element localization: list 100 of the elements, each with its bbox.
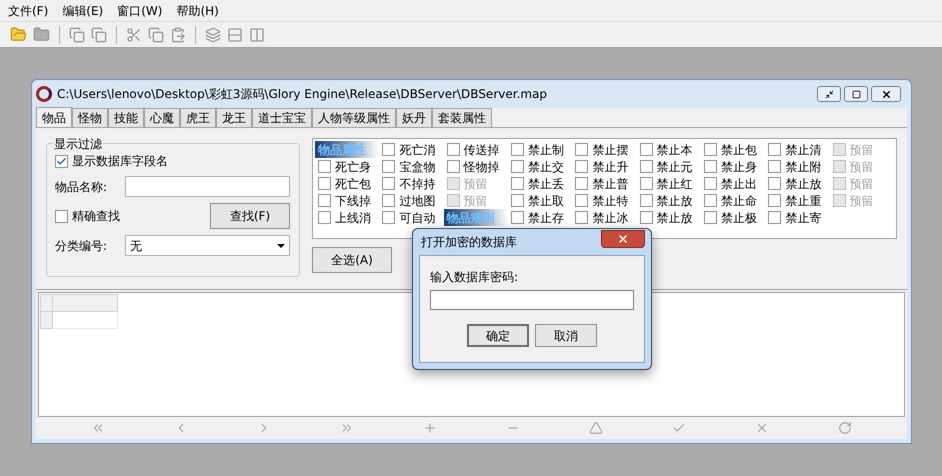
name-field[interactable] bbox=[125, 176, 290, 197]
checkbox[interactable] bbox=[640, 211, 653, 224]
cancel-button[interactable]: 取消 bbox=[535, 324, 597, 347]
checkbox[interactable] bbox=[511, 160, 524, 173]
checkbox[interactable] bbox=[704, 194, 717, 207]
checkbox[interactable] bbox=[640, 143, 653, 156]
checkbox-label: 禁止极 bbox=[721, 210, 757, 226]
checkbox[interactable] bbox=[382, 194, 396, 207]
checkbox[interactable] bbox=[446, 160, 460, 173]
triangle-icon[interactable] bbox=[589, 421, 604, 435]
checkbox[interactable] bbox=[446, 143, 460, 156]
checkbox[interactable] bbox=[575, 177, 588, 190]
checkbox-label: 传送掉 bbox=[464, 142, 500, 158]
group-title: 显示过滤 bbox=[53, 135, 103, 153]
checkbox[interactable] bbox=[575, 194, 588, 207]
folder-icon[interactable] bbox=[10, 26, 27, 43]
close-button[interactable] bbox=[871, 86, 901, 102]
checkbox-label: 禁止出 bbox=[721, 176, 757, 192]
checkbox[interactable] bbox=[704, 177, 717, 190]
checkbox-label: 禁止包 bbox=[721, 142, 757, 158]
close-icon bbox=[617, 233, 629, 245]
checkbox[interactable] bbox=[55, 154, 68, 168]
checkbox[interactable] bbox=[640, 194, 653, 207]
checkbox[interactable] bbox=[382, 177, 396, 190]
checkbox-label: 显示数据库字段名 bbox=[72, 153, 168, 170]
checkbox-label: 死亡身 bbox=[335, 158, 371, 175]
plus-icon[interactable] bbox=[422, 421, 437, 435]
checkbox[interactable] bbox=[704, 143, 717, 156]
checkbox[interactable] bbox=[382, 143, 396, 156]
close-button[interactable] bbox=[601, 230, 645, 248]
minimize-icon bbox=[824, 90, 834, 98]
checkbox[interactable] bbox=[768, 177, 782, 190]
maximize-button[interactable] bbox=[844, 86, 868, 102]
tab[interactable]: 技能 bbox=[108, 108, 144, 127]
copy-record-icon[interactable] bbox=[69, 26, 85, 42]
paste-icon[interactable] bbox=[170, 26, 186, 42]
minimize-button[interactable] bbox=[817, 86, 841, 102]
menu-item[interactable]: 编辑(E) bbox=[62, 2, 104, 20]
checkbox[interactable] bbox=[55, 210, 68, 222]
cut-icon[interactable] bbox=[126, 26, 142, 42]
checkbox[interactable] bbox=[640, 177, 653, 190]
checkbox-label: 禁止存 bbox=[528, 210, 564, 226]
checkbox[interactable] bbox=[318, 160, 331, 173]
checkbox[interactable] bbox=[575, 143, 588, 156]
checkbox[interactable] bbox=[704, 160, 717, 173]
prompt-label: 输入数据库密码: bbox=[430, 269, 520, 286]
cascade-icon[interactable] bbox=[205, 26, 221, 42]
checkbox[interactable] bbox=[640, 160, 653, 173]
find-button[interactable]: 查找(F) bbox=[210, 203, 290, 229]
checkbox[interactable] bbox=[768, 211, 782, 224]
checkbox[interactable] bbox=[318, 177, 331, 190]
checkbox[interactable] bbox=[318, 211, 331, 224]
select-all-button[interactable]: 全选(A) bbox=[312, 247, 392, 273]
tab[interactable]: 虎王 bbox=[180, 108, 216, 127]
tab[interactable]: 妖丹 bbox=[396, 108, 432, 127]
tile-vertical-icon[interactable] bbox=[249, 26, 265, 42]
tab[interactable]: 心魔 bbox=[144, 108, 180, 127]
close-icon bbox=[880, 88, 892, 100]
checkbox[interactable] bbox=[575, 160, 588, 173]
checkbox[interactable] bbox=[768, 143, 782, 156]
tile-horizontal-icon[interactable] bbox=[227, 26, 243, 42]
refresh-icon[interactable] bbox=[838, 421, 852, 435]
app-logo-icon bbox=[36, 86, 52, 102]
checkbox-label: 预留 bbox=[850, 142, 874, 158]
checkbox-label: 不掉持 bbox=[399, 176, 436, 192]
checkbox-label: 预留 bbox=[850, 192, 874, 209]
checkbox[interactable] bbox=[382, 160, 396, 173]
checkbox-label: 下线掉 bbox=[335, 192, 371, 209]
menu-item[interactable]: 窗口(W) bbox=[117, 2, 162, 20]
dropdown-arrow-icon bbox=[277, 244, 285, 248]
checkbox-label: 禁止丢 bbox=[528, 176, 564, 192]
checkbox[interactable] bbox=[704, 211, 717, 224]
tab[interactable]: 龙王 bbox=[216, 108, 252, 127]
tab[interactable]: 怪物 bbox=[72, 108, 108, 127]
checkbox[interactable] bbox=[768, 194, 782, 207]
checkbox-label: 宝盒物 bbox=[399, 158, 436, 175]
checkbox[interactable] bbox=[511, 211, 524, 224]
tab[interactable]: 道士宝宝 bbox=[252, 108, 312, 127]
checkbox[interactable] bbox=[511, 194, 524, 207]
checkbox[interactable] bbox=[318, 194, 331, 207]
category-dropdown[interactable]: 无 bbox=[125, 235, 290, 256]
checkbox-label: 死亡消 bbox=[399, 142, 436, 158]
checkbox[interactable] bbox=[511, 143, 524, 156]
password-field[interactable] bbox=[430, 290, 634, 310]
folder-icon[interactable] bbox=[33, 26, 50, 43]
checkbox[interactable] bbox=[511, 177, 524, 190]
checkbox-label: 禁止身 bbox=[721, 158, 757, 175]
checkbox[interactable] bbox=[575, 211, 588, 224]
checkbox-label: 禁止放 bbox=[656, 210, 693, 226]
checkbox-label: 禁止交 bbox=[528, 158, 564, 175]
checkbox[interactable] bbox=[382, 211, 396, 224]
tab[interactable]: 套装属性 bbox=[432, 108, 492, 127]
ok-button[interactable]: 确定 bbox=[467, 324, 529, 347]
copy-icon[interactable] bbox=[148, 26, 164, 42]
copy-record-icon[interactable] bbox=[91, 26, 107, 42]
checkbox[interactable] bbox=[768, 160, 782, 173]
tab[interactable]: 人物等级属性 bbox=[312, 108, 396, 127]
tab[interactable]: 物品 bbox=[36, 107, 72, 127]
menu-item[interactable]: 文件(F) bbox=[8, 2, 48, 20]
menu-item[interactable]: 帮助(H) bbox=[176, 2, 219, 20]
